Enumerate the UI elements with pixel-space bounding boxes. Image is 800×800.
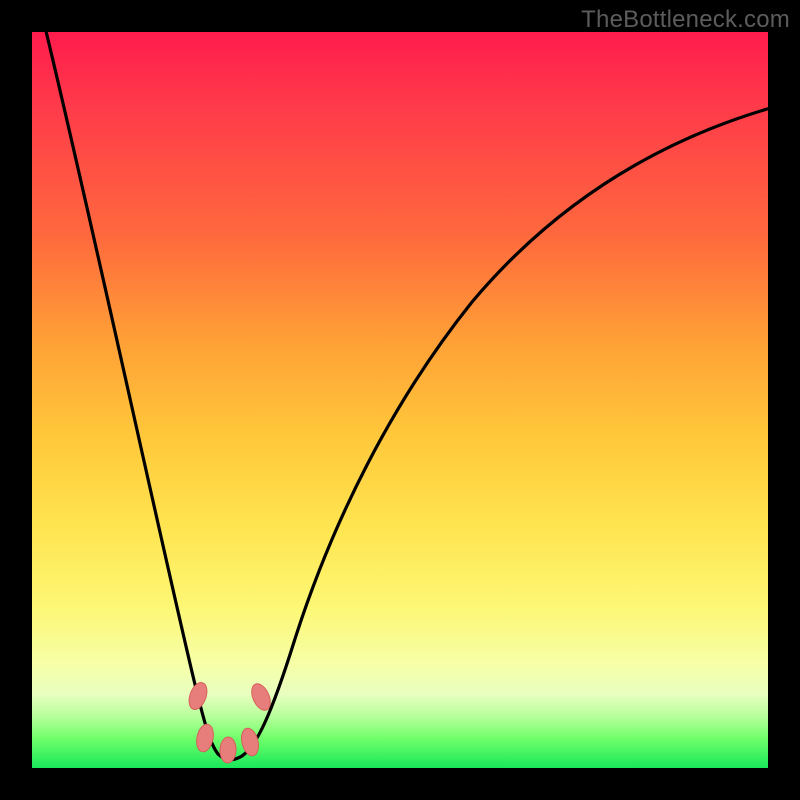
curve-markers (186, 680, 274, 763)
marker-1 (186, 680, 211, 712)
bottleneck-curve-svg (32, 32, 768, 768)
watermark-text: TheBottleneck.com (581, 6, 790, 34)
bottleneck-curve-path (45, 27, 774, 760)
chart-frame: TheBottleneck.com (0, 0, 800, 800)
marker-2 (194, 723, 215, 754)
marker-3 (220, 737, 237, 764)
marker-4 (239, 726, 261, 757)
